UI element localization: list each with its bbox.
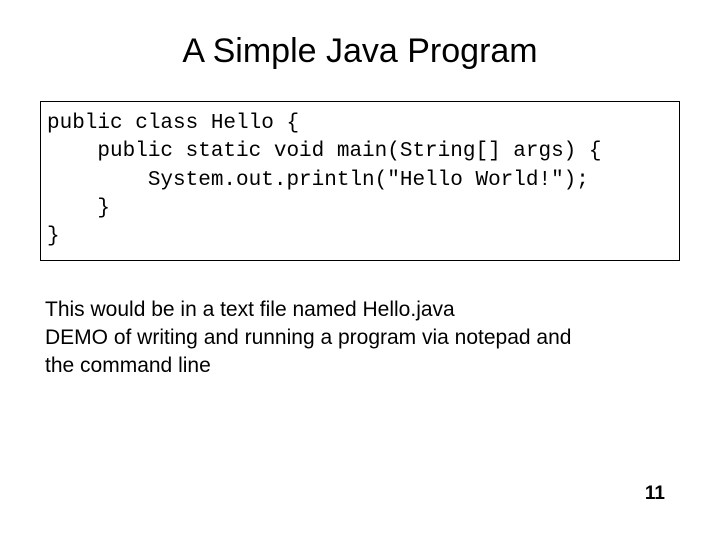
- code-line: }: [47, 197, 110, 220]
- description-line: This would be in a text file named Hello…: [45, 296, 675, 324]
- description-line: the command line: [45, 352, 675, 380]
- code-line: }: [47, 225, 60, 248]
- description-line: DEMO of writing and running a program vi…: [45, 324, 675, 352]
- code-line: public class Hello {: [47, 112, 299, 135]
- page-number: 11: [645, 483, 665, 505]
- slide-title: A Simple Java Program: [30, 32, 690, 71]
- description-text: This would be in a text file named Hello…: [45, 296, 675, 381]
- code-line: System.out.println("Hello World!");: [47, 169, 589, 192]
- code-line: public static void main(String[] args) {: [47, 140, 602, 163]
- code-block: public class Hello { public static void …: [40, 101, 680, 261]
